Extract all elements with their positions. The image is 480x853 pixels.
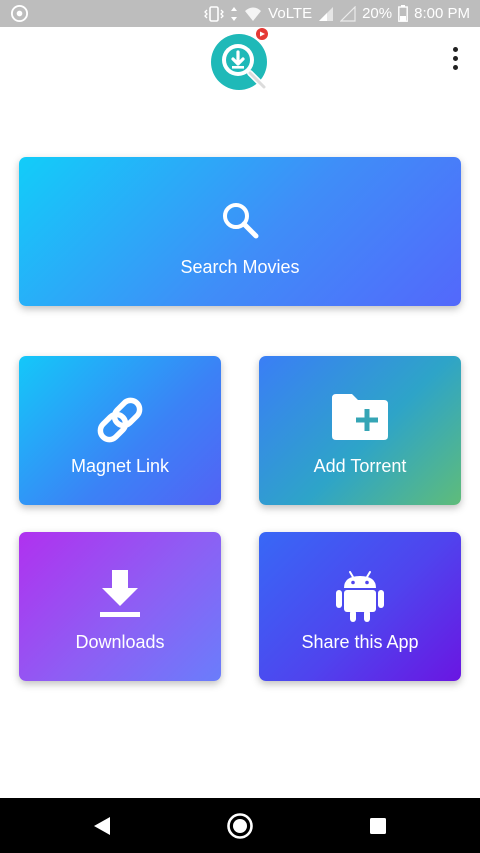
search-movies-button[interactable]: Search Movies (19, 157, 461, 306)
network-type: VoLTE (268, 5, 313, 22)
home-icon (227, 812, 253, 839)
status-indicators: VoLTE 20% 8:00 PM (204, 0, 470, 27)
add-torrent-label: Add Torrent (313, 456, 407, 476)
search-movies-label: Search Movies (180, 257, 300, 277)
share-app-button[interactable]: Share this App (259, 532, 461, 681)
magnet-link-button[interactable]: Magnet Link (19, 356, 221, 505)
downloads-label: Downloads (75, 632, 165, 652)
recent-apps-button[interactable] (348, 798, 408, 853)
clock: 8:00 PM (414, 5, 470, 22)
android-icon (336, 571, 384, 622)
back-icon (94, 816, 110, 835)
magnet-link-label: Magnet Link (70, 456, 170, 476)
link-icon (97, 397, 143, 443)
add-torrent-button[interactable]: Add Torrent (259, 356, 461, 505)
download-search-logo-icon (211, 28, 268, 90)
folder-add-icon (332, 394, 388, 440)
signal-icon (319, 6, 334, 21)
home-button[interactable] (210, 798, 270, 853)
share-app-label: Share this App (301, 632, 419, 652)
data-icon (231, 6, 238, 21)
overflow-menu-icon[interactable] (440, 43, 470, 73)
battery-percent: 20% (362, 5, 393, 22)
download-icon (100, 570, 140, 617)
wifi-icon (245, 7, 262, 21)
back-button[interactable] (72, 798, 132, 853)
status-bar: VoLTE 20% 8:00 PM (0, 0, 480, 27)
vibrate-icon (204, 5, 225, 22)
battery-icon (398, 5, 409, 22)
downloads-button[interactable]: Downloads (19, 532, 221, 681)
navigation-bar (0, 798, 480, 853)
signal-2-icon (340, 5, 356, 22)
search-icon (223, 203, 259, 239)
app-notification-icon (10, 4, 29, 23)
recent-apps-icon (370, 817, 386, 834)
